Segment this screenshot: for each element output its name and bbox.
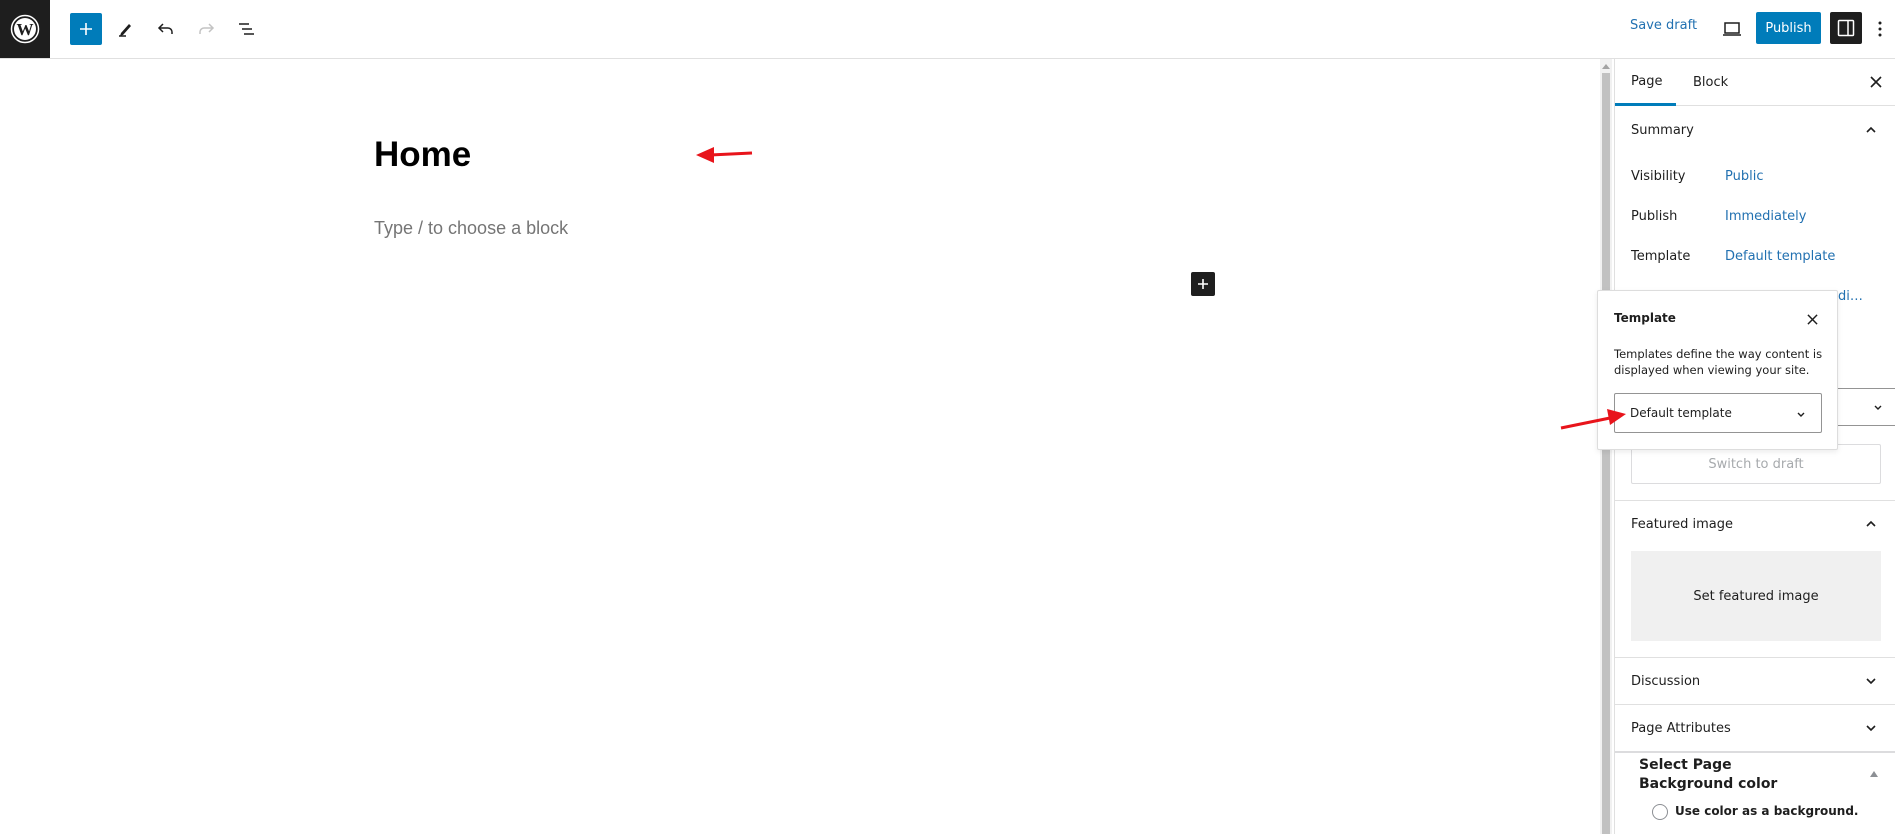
publish-label: Publish [1631,209,1678,224]
featured-image-panel-toggle[interactable]: Featured image [1615,500,1895,548]
list-view-button[interactable] [230,13,262,45]
plus-icon [1198,279,1208,289]
preview-button[interactable] [1716,13,1748,45]
vertical-ellipsis-icon [1878,21,1882,37]
publish-button[interactable]: Publish [1756,12,1821,44]
options-menu-button[interactable] [1870,13,1890,45]
publish-date-value[interactable]: Immediately [1725,209,1806,224]
sidebar-tabs: Page Block [1615,59,1895,106]
template-label: Template [1631,249,1691,264]
scrollbar-thumb[interactable] [1602,73,1610,834]
undo-button[interactable] [150,13,182,45]
tools-button[interactable] [109,13,141,45]
page-attributes-title: Page Attributes [1631,720,1731,736]
popover-description: Templates define the way content is disp… [1614,347,1823,377]
sidebar-toggle-icon [1837,19,1855,37]
chevron-down-icon [1866,725,1876,732]
chevron-up-icon [1866,126,1876,133]
collapse-triangle-icon[interactable] [1869,769,1879,779]
page-attributes-panel-toggle[interactable]: Page Attributes [1615,704,1895,752]
scroll-up-icon[interactable] [1600,61,1612,71]
chevron-down-icon [1874,405,1882,410]
close-icon [1870,76,1882,88]
tab-block[interactable]: Block [1677,59,1744,106]
editor-canvas: Home Type / to choose a block [0,59,1600,834]
discussion-title: Discussion [1631,673,1701,689]
block-placeholder[interactable]: Type / to choose a block [374,218,568,239]
discussion-panel-toggle[interactable]: Discussion [1615,657,1895,705]
divider [1615,751,1895,753]
truncated-link[interactable]: di… [1838,289,1863,304]
redo-button[interactable] [190,13,222,45]
wordpress-logo-icon[interactable]: W [0,0,50,58]
chevron-down-icon [1797,412,1805,417]
plus-icon [80,23,92,35]
chevron-down-icon [1866,678,1876,685]
block-inserter-button[interactable] [70,13,102,45]
settings-toggle-button[interactable] [1830,12,1862,44]
popover-title: Template [1614,311,1676,325]
page-background-title: Select Page Background color [1639,757,1778,792]
template-popover: Template Templates define the way conten… [1597,290,1838,450]
use-color-background-radio[interactable] [1652,804,1668,820]
add-block-button[interactable] [1191,272,1215,296]
tab-page[interactable]: Page [1615,59,1676,106]
template-select-value: Default template [1630,406,1732,420]
template-value[interactable]: Default template [1725,249,1835,264]
featured-image-title: Featured image [1631,516,1734,532]
chevron-up-icon [1866,520,1876,527]
summary-panel-title: Summary [1631,122,1694,138]
post-title[interactable]: Home [374,135,471,175]
svg-text:W: W [17,20,34,39]
visibility-label: Visibility [1631,169,1686,184]
laptop-icon [1723,22,1741,36]
summary-panel-toggle[interactable]: Summary [1615,106,1895,154]
visibility-value[interactable]: Public [1725,169,1763,184]
set-featured-image-button[interactable]: Set featured image [1631,551,1881,641]
template-select[interactable]: Default template [1614,393,1822,433]
use-color-background-label: Use color as a background. [1675,804,1859,818]
editor-toolbar: W Save draft Publish [0,0,1895,59]
switch-to-draft-button[interactable]: Switch to draft [1631,444,1881,484]
undo-icon [157,23,173,34]
pencil-icon [119,24,131,37]
list-view-icon [239,23,254,35]
close-popover-button[interactable] [1800,307,1824,331]
close-icon [1806,313,1818,325]
save-draft-button[interactable]: Save draft [1630,18,1697,33]
redo-icon [199,23,215,34]
close-sidebar-button[interactable] [1863,69,1889,95]
